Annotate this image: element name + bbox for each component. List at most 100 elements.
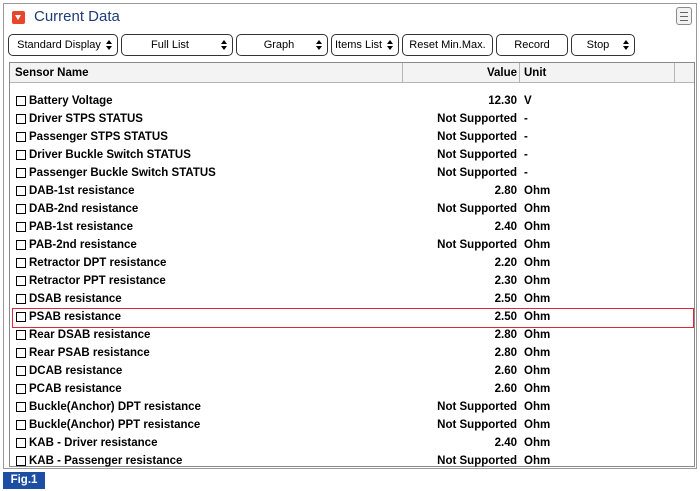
table-row[interactable]: Driver Buckle Switch STATUS Not Supported… bbox=[10, 146, 694, 164]
sensor-name: KAB - Passenger resistance bbox=[29, 455, 183, 467]
row-checkbox[interactable] bbox=[16, 438, 26, 448]
sensor-unit: Ohm bbox=[524, 203, 551, 215]
sensor-value: Not Supported bbox=[437, 419, 517, 431]
sensor-unit: Ohm bbox=[524, 329, 551, 341]
row-checkbox[interactable] bbox=[16, 204, 26, 214]
table-row[interactable]: Buckle(Anchor) PPT resistance Not Support… bbox=[10, 416, 694, 434]
table-header: Sensor Name Value Unit bbox=[10, 63, 694, 83]
table-row[interactable]: Retractor PPT resistance 2.30 Ohm bbox=[10, 272, 694, 290]
window-title: Current Data bbox=[34, 8, 120, 25]
row-checkbox[interactable] bbox=[16, 168, 26, 178]
standard-display-label: Standard Display bbox=[17, 39, 101, 51]
header-value[interactable]: Value bbox=[403, 67, 517, 79]
table-row[interactable]: DSAB resistance 2.50 Ohm bbox=[10, 290, 694, 308]
sensor-unit: Ohm bbox=[524, 455, 551, 467]
sensor-value: 12.30 bbox=[488, 95, 517, 107]
sensor-value: 2.80 bbox=[494, 185, 517, 197]
table-row[interactable]: PSAB resistance 2.50 Ohm bbox=[10, 308, 694, 328]
table-row[interactable]: PAB-2nd resistance Not Supported Ohm bbox=[10, 236, 694, 254]
row-checkbox[interactable] bbox=[16, 96, 26, 106]
items-list-dropdown[interactable]: Items List bbox=[331, 34, 399, 56]
table-row[interactable]: DAB-2nd resistance Not Supported Ohm bbox=[10, 200, 694, 218]
sensor-name: Buckle(Anchor) PPT resistance bbox=[29, 419, 201, 431]
toolbar: Standard Display Full List Graph Items L… bbox=[4, 34, 696, 58]
row-checkbox[interactable] bbox=[16, 402, 26, 412]
row-checkbox[interactable] bbox=[16, 132, 26, 142]
sensor-name: Rear PSAB resistance bbox=[29, 347, 150, 359]
sensor-unit: Ohm bbox=[524, 401, 551, 413]
record-button[interactable]: Record bbox=[496, 34, 568, 56]
row-checkbox[interactable] bbox=[16, 366, 26, 376]
row-checkbox[interactable] bbox=[16, 276, 26, 286]
stop-dropdown[interactable]: Stop bbox=[571, 34, 635, 56]
sensor-unit: Ohm bbox=[524, 347, 551, 359]
table-row[interactable]: Rear PSAB resistance 2.80 Ohm bbox=[10, 344, 694, 362]
sensor-value: 2.50 bbox=[494, 293, 517, 305]
graph-label: Graph bbox=[263, 39, 295, 51]
table-row[interactable]: Rear DSAB resistance 2.80 Ohm bbox=[10, 326, 694, 344]
table-row[interactable]: KAB - Passenger resistance Not Supported O… bbox=[10, 452, 694, 470]
figure-label: Fig.1 bbox=[3, 472, 45, 489]
table-row[interactable]: Passenger Buckle Switch STATUS Not Suppor… bbox=[10, 164, 694, 182]
sensor-unit: Ohm bbox=[524, 365, 551, 377]
table-row[interactable]: PAB-1st resistance 2.40 Ohm bbox=[10, 218, 694, 236]
table-row[interactable]: Battery Voltage 12.30 V bbox=[10, 92, 694, 110]
column-divider[interactable] bbox=[519, 63, 520, 82]
full-list-dropdown[interactable]: Full List bbox=[121, 34, 233, 56]
sensor-unit: Ohm bbox=[524, 311, 551, 323]
standard-display-dropdown[interactable]: Standard Display bbox=[8, 34, 118, 56]
table-row[interactable]: Passenger STPS STATUS Not Supported - bbox=[10, 128, 694, 146]
table-row[interactable]: DCAB resistance 2.60 Ohm bbox=[10, 362, 694, 380]
sensor-value: 2.40 bbox=[494, 437, 517, 449]
sensor-unit: - bbox=[524, 149, 528, 161]
sensor-value: 2.40 bbox=[494, 221, 517, 233]
table-row[interactable]: DAB-1st resistance 2.80 Ohm bbox=[10, 182, 694, 200]
sensor-value: 2.80 bbox=[494, 347, 517, 359]
row-checkbox[interactable] bbox=[16, 456, 26, 466]
sensor-unit: - bbox=[524, 167, 528, 179]
sensor-unit: V bbox=[524, 95, 532, 107]
reset-minmax-button[interactable]: Reset Min.Max. bbox=[402, 34, 493, 56]
spinner-icon bbox=[387, 40, 393, 50]
collapse-icon[interactable] bbox=[12, 11, 25, 24]
header-sensor-name[interactable]: Sensor Name bbox=[15, 67, 89, 79]
sensor-unit: Ohm bbox=[524, 275, 551, 287]
table-row[interactable]: PCAB resistance 2.60 Ohm bbox=[10, 380, 694, 398]
sensor-name: PAB-1st resistance bbox=[29, 221, 133, 233]
row-checkbox[interactable] bbox=[16, 186, 26, 196]
row-checkbox[interactable] bbox=[16, 240, 26, 250]
row-checkbox[interactable] bbox=[16, 330, 26, 340]
sensor-unit: - bbox=[524, 113, 528, 125]
sensor-value: Not Supported bbox=[437, 401, 517, 413]
items-list-label: Items List bbox=[335, 39, 383, 51]
table-row[interactable]: Retractor DPT resistance 2.20 Ohm bbox=[10, 254, 694, 272]
sensor-value: 2.60 bbox=[494, 383, 517, 395]
spinner-icon bbox=[316, 40, 322, 50]
table-row[interactable]: Driver STPS STATUS Not Supported - bbox=[10, 110, 694, 128]
sensor-name: Driver Buckle Switch STATUS bbox=[29, 149, 191, 161]
row-checkbox[interactable] bbox=[16, 312, 26, 322]
sensor-value: Not Supported bbox=[437, 131, 517, 143]
sensor-value: 2.50 bbox=[494, 311, 517, 323]
sensor-unit: Ohm bbox=[524, 437, 551, 449]
sensor-name: PAB-2nd resistance bbox=[29, 239, 137, 251]
sensor-unit: Ohm bbox=[524, 221, 551, 233]
row-checkbox[interactable] bbox=[16, 294, 26, 304]
row-checkbox[interactable] bbox=[16, 258, 26, 268]
row-checkbox[interactable] bbox=[16, 222, 26, 232]
row-checkbox[interactable] bbox=[16, 150, 26, 160]
sensor-name: PCAB resistance bbox=[29, 383, 122, 395]
graph-dropdown[interactable]: Graph bbox=[236, 34, 328, 56]
spinner-icon bbox=[221, 40, 227, 50]
row-checkbox[interactable] bbox=[16, 114, 26, 124]
row-checkbox[interactable] bbox=[16, 420, 26, 430]
row-checkbox[interactable] bbox=[16, 384, 26, 394]
sensor-name: DCAB resistance bbox=[29, 365, 123, 377]
sensor-name: Passenger Buckle Switch STATUS bbox=[29, 167, 216, 179]
table-row[interactable]: KAB - Driver resistance 2.40 Ohm bbox=[10, 434, 694, 452]
menu-icon[interactable] bbox=[676, 7, 692, 25]
table-row[interactable]: Buckle(Anchor) DPT resistance Not Support… bbox=[10, 398, 694, 416]
header-unit[interactable]: Unit bbox=[524, 67, 546, 79]
row-checkbox[interactable] bbox=[16, 348, 26, 358]
column-divider[interactable] bbox=[674, 63, 675, 82]
